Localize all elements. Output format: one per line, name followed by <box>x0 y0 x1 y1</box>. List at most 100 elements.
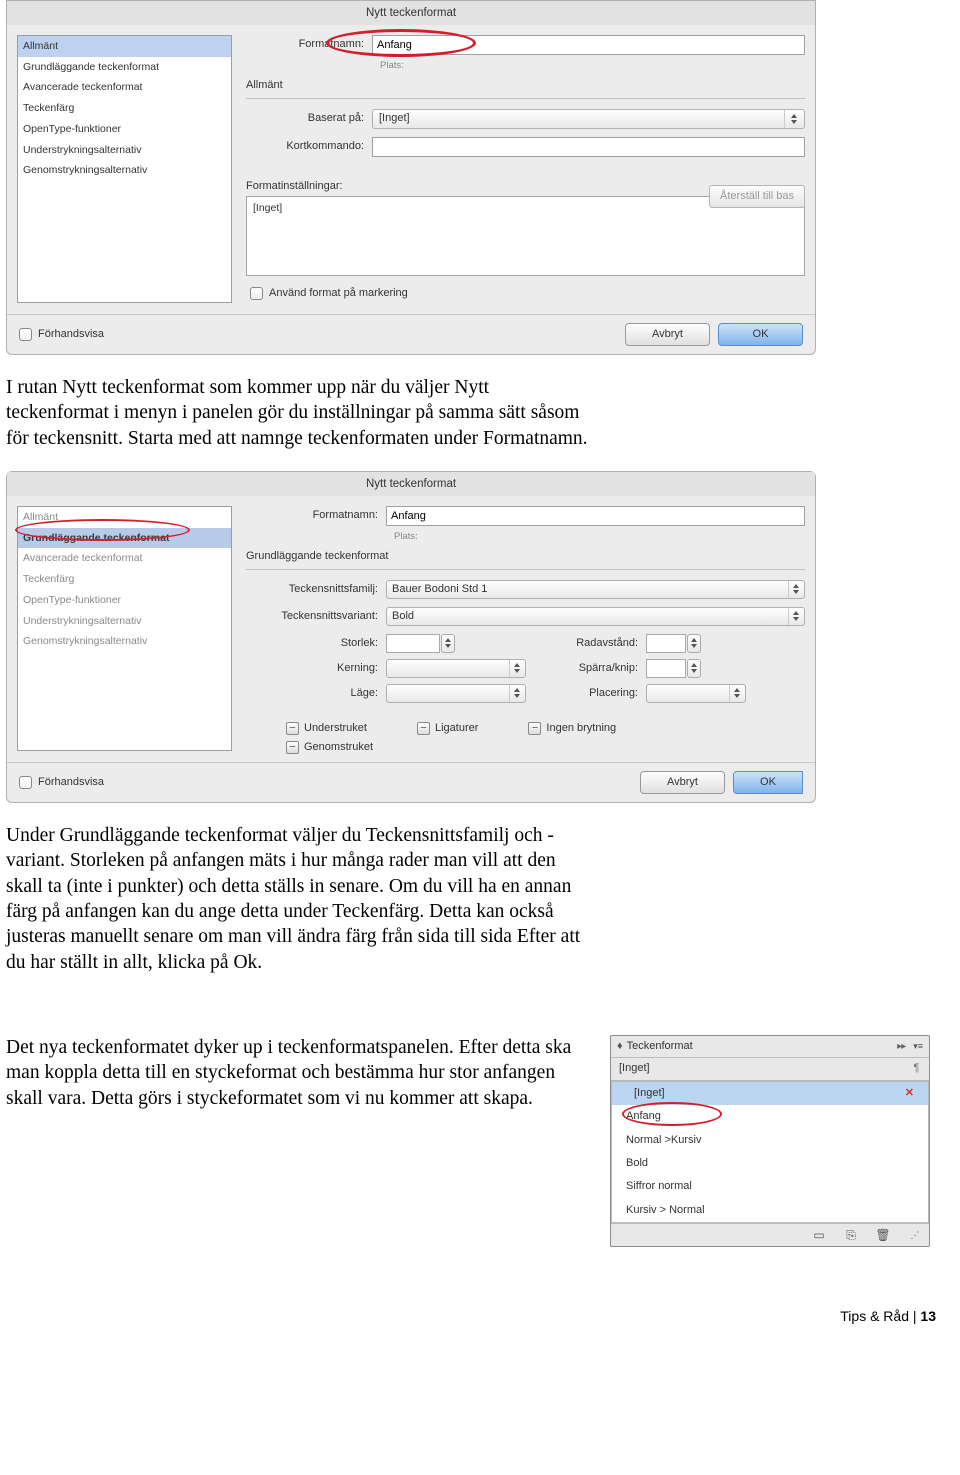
kortkommando-input[interactable] <box>372 137 805 157</box>
reset-to-base-button[interactable]: Återställ till bas <box>709 185 805 208</box>
radavstand-stepper[interactable] <box>646 634 756 653</box>
footer-text: Tips & Råd | <box>840 1308 920 1324</box>
section-basic-label: Grundläggande teckenformat <box>246 549 805 564</box>
sidebar-item-color[interactable]: Teckenfärg <box>18 98 231 119</box>
panel-item-siffror[interactable]: Siffror normal <box>612 1175 928 1198</box>
body-paragraph-1: I rutan Nytt teckenformat som kommer upp… <box>6 375 596 451</box>
panel-item-label: Siffror normal <box>626 1179 692 1194</box>
radavstand-label: Radavstånd: <box>546 636 646 651</box>
familj-dropdown[interactable]: Bauer Bodoni Std 1 <box>386 580 805 599</box>
baserat-dropdown[interactable]: [Inget] <box>372 109 805 129</box>
sidebar-item-basic-2[interactable]: Grundläggande teckenformat <box>18 528 231 549</box>
folder-icon[interactable]: ▭ <box>811 1228 827 1242</box>
baserat-label: Baserat på: <box>246 111 372 126</box>
tristate-checkbox[interactable]: − <box>417 722 430 735</box>
body-paragraph-3: Det nya teckenformatet dyker up i tecken… <box>6 1035 596 1111</box>
updown-arrows-icon <box>784 110 802 128</box>
sidebar-item-basic[interactable]: Grundläggande teckenformat <box>18 57 231 78</box>
storlek-label: Storlek: <box>246 636 386 651</box>
panel-item-bold[interactable]: Bold <box>612 1152 928 1175</box>
preview-label-2: Förhandsvisa <box>38 775 104 790</box>
page-footer: Tips & Råd | 13 <box>0 1307 960 1327</box>
panel-item-kursiv-normal[interactable]: Kursiv > Normal <box>612 1199 928 1222</box>
formatnamn-input[interactable] <box>372 35 805 55</box>
dialog-new-charstyle-2: Nytt teckenformat Allmänt Grundläggande … <box>6 471 816 803</box>
kerning-dropdown[interactable] <box>386 659 526 678</box>
familj-label: Teckensnittsfamilj: <box>246 582 386 597</box>
plats-label: Plats: <box>380 59 805 72</box>
panel-top-value: [Inget] <box>619 1061 650 1076</box>
lage-dropdown[interactable] <box>386 684 526 703</box>
body-paragraph-2: Under Grundläggande teckenformat väljer … <box>6 823 596 975</box>
divider-2 <box>246 569 805 570</box>
sidebar-item-underline[interactable]: Understrykningsalternativ <box>18 140 231 161</box>
updown-arrows-icon <box>729 685 744 702</box>
cancel-button[interactable]: Avbryt <box>625 323 710 346</box>
formatnamn-label: Formatnamn: <box>246 37 372 52</box>
variant-dropdown[interactable]: Bold <box>386 607 805 626</box>
apply-label: Använd format på markering <box>269 286 408 301</box>
sidebar-item-opentype[interactable]: OpenType-funktioner <box>18 119 231 140</box>
section-general-label: Allmänt <box>246 78 805 93</box>
trash-icon[interactable]: 🗑 <box>875 1228 891 1242</box>
double-arrow-icon[interactable]: ▸▸ <box>897 1040 905 1054</box>
expand-icon[interactable]: ♦ <box>617 1039 623 1054</box>
panel-list: [Inget] ✕ Anfang Normal >Kursiv Bold Sif… <box>611 1081 929 1223</box>
baserat-value: [Inget] <box>379 111 410 126</box>
sidebar-item-underline-2[interactable]: Understrykningsalternativ <box>18 611 231 632</box>
sidebar-item-advanced-2[interactable]: Avancerade teckenformat <box>18 548 231 569</box>
sparra-stepper[interactable] <box>646 659 756 678</box>
formatnamn-input-2[interactable] <box>386 506 805 526</box>
updown-arrows-icon <box>788 608 803 625</box>
sidebar-item-general[interactable]: Allmänt <box>18 36 231 57</box>
sidebar-item-general-2[interactable]: Allmänt <box>18 507 231 528</box>
resize-grip-icon[interactable]: ⋰ <box>907 1228 923 1242</box>
nobreak-label: Ingen brytning <box>546 721 616 736</box>
variant-label: Teckensnittsvariant: <box>246 609 386 624</box>
kortkommando-label: Kortkommando: <box>246 139 372 154</box>
tristate-checkbox[interactable]: − <box>286 741 299 754</box>
cancel-button-2[interactable]: Avbryt <box>640 771 725 794</box>
panel-item-label: [Inget] <box>634 1086 665 1101</box>
formatnamn-label-2: Formatnamn: <box>246 508 386 523</box>
plats-label-2: Plats: <box>394 530 805 543</box>
strikethrough-label: Genomstruket <box>304 740 373 755</box>
dialog-title: Nytt teckenformat <box>7 1 815 25</box>
divider <box>246 98 805 99</box>
clear-override-icon[interactable]: ¶ <box>913 1061 919 1076</box>
sidebar-item-opentype-2[interactable]: OpenType-funktioner <box>18 590 231 611</box>
variant-value: Bold <box>392 609 414 624</box>
not-allowed-icon: ✕ <box>905 1086 914 1101</box>
formatinst-label: Formatinställningar: <box>246 179 351 194</box>
dialog2-sidebar: Allmänt Grundläggande teckenformat Avanc… <box>17 506 232 751</box>
sidebar-item-strike-2[interactable]: Genomstrykningsalternativ <box>18 631 231 652</box>
ligatures-label: Ligaturer <box>435 721 478 736</box>
dialog-new-charstyle: Nytt teckenformat Allmänt Grundläggande … <box>6 0 816 355</box>
panel-menu-icon[interactable]: ▾≡ <box>913 1040 923 1053</box>
preview-checkbox-2[interactable] <box>19 776 32 789</box>
panel-item-label: Anfang <box>626 1109 661 1124</box>
preview-checkbox[interactable] <box>19 328 32 341</box>
panel-item-anfang[interactable]: Anfang <box>612 1105 928 1128</box>
formatinst-box: [Inget] <box>246 196 805 276</box>
sparra-label: Spärra/knip: <box>546 661 646 676</box>
ok-button-2[interactable]: OK <box>733 771 803 794</box>
panel-tab-label[interactable]: Teckenformat <box>627 1039 693 1054</box>
panel-item-normal-kursiv[interactable]: Normal >Kursiv <box>612 1129 928 1152</box>
lage-label: Läge: <box>246 686 386 701</box>
tristate-checkbox[interactable]: − <box>286 722 299 735</box>
sidebar-item-advanced[interactable]: Avancerade teckenformat <box>18 77 231 98</box>
ok-button[interactable]: OK <box>718 323 803 346</box>
formatinst-value: [Inget] <box>253 202 282 214</box>
placering-dropdown[interactable] <box>646 684 746 703</box>
new-style-icon[interactable]: ⎘ <box>843 1228 859 1242</box>
sidebar-item-strike[interactable]: Genomstrykningsalternativ <box>18 160 231 181</box>
sidebar-item-color-2[interactable]: Teckenfärg <box>18 569 231 590</box>
panel-item-label: Kursiv > Normal <box>626 1203 705 1218</box>
preview-label: Förhandsvisa <box>38 327 104 342</box>
familj-value: Bauer Bodoni Std 1 <box>392 582 487 597</box>
apply-checkbox[interactable] <box>250 287 263 300</box>
storlek-stepper[interactable] <box>386 634 546 653</box>
tristate-checkbox[interactable]: − <box>528 722 541 735</box>
panel-item-inget[interactable]: [Inget] ✕ <box>612 1082 928 1105</box>
